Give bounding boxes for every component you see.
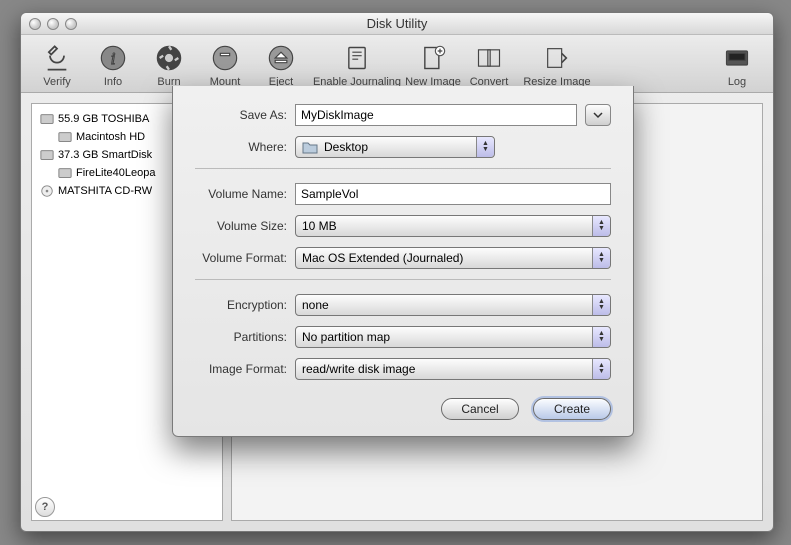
microscope-icon: [41, 42, 73, 74]
chevron-down-icon: [593, 110, 603, 120]
volume-name-label: Volume Name:: [195, 187, 295, 201]
popup-arrows-icon: ▲▼: [592, 216, 610, 236]
resize-image-button[interactable]: Resize Image: [517, 42, 597, 88]
popup-arrows-icon: ▲▼: [592, 327, 610, 347]
volume-size-popup[interactable]: 10 MB ▲▼: [295, 215, 611, 237]
volume-format-popup[interactable]: Mac OS Extended (Journaled) ▲▼: [295, 247, 611, 269]
burn-button[interactable]: Burn: [141, 42, 197, 88]
where-label: Where:: [195, 140, 295, 154]
log-icon: [721, 42, 753, 74]
eject-button[interactable]: Eject: [253, 42, 309, 88]
toolbar: Verify i Info Burn Mount Eject: [21, 35, 773, 93]
popup-arrows-icon: ▲▼: [592, 359, 610, 379]
hdd-icon: [58, 166, 72, 180]
volume-size-label: Volume Size:: [195, 219, 295, 233]
help-button[interactable]: ?: [35, 497, 55, 517]
eject-icon: [265, 42, 297, 74]
info-icon: i: [97, 42, 129, 74]
encryption-label: Encryption:: [195, 298, 295, 312]
create-button[interactable]: Create: [533, 398, 611, 420]
encryption-popup[interactable]: none ▲▼: [295, 294, 611, 316]
popup-arrows-icon: ▲▼: [476, 137, 494, 157]
info-button[interactable]: i Info: [85, 42, 141, 88]
window-title: Disk Utility: [21, 16, 773, 31]
partitions-popup[interactable]: No partition map ▲▼: [295, 326, 611, 348]
new-image-sheet: Save As: Where: Desktop ▲▼ Volume Name: …: [172, 86, 634, 437]
verify-button[interactable]: Verify: [29, 42, 85, 88]
image-format-popup[interactable]: read/write disk image ▲▼: [295, 358, 611, 380]
divider: [195, 279, 611, 280]
journal-icon: [341, 42, 373, 74]
popup-arrows-icon: ▲▼: [592, 295, 610, 315]
resize-icon: [541, 42, 573, 74]
save-as-input[interactable]: [295, 104, 577, 126]
divider: [195, 168, 611, 169]
new-image-button[interactable]: New Image: [405, 42, 461, 88]
titlebar: Disk Utility: [21, 13, 773, 35]
log-button[interactable]: Log: [709, 42, 765, 88]
cancel-button[interactable]: Cancel: [441, 398, 519, 420]
svg-text:i: i: [111, 49, 116, 68]
partitions-label: Partitions:: [195, 330, 295, 344]
new-image-icon: [417, 42, 449, 74]
convert-button[interactable]: Convert: [461, 42, 517, 88]
image-format-label: Image Format:: [195, 362, 295, 376]
where-popup[interactable]: Desktop ▲▼: [295, 136, 495, 158]
hdd-icon: [40, 112, 54, 126]
mount-icon: [209, 42, 241, 74]
save-as-label: Save As:: [195, 108, 295, 122]
volume-format-label: Volume Format:: [195, 251, 295, 265]
convert-icon: [473, 42, 505, 74]
volume-name-input[interactable]: [295, 183, 611, 205]
enable-journaling-button[interactable]: Enable Journaling: [309, 42, 405, 88]
folder-icon: [302, 140, 318, 154]
expand-save-panel-button[interactable]: [585, 104, 611, 126]
hdd-icon: [40, 148, 54, 162]
popup-arrows-icon: ▲▼: [592, 248, 610, 268]
burn-icon: [153, 42, 185, 74]
mount-button[interactable]: Mount: [197, 42, 253, 88]
optical-icon: [40, 184, 54, 198]
hdd-icon: [58, 130, 72, 144]
